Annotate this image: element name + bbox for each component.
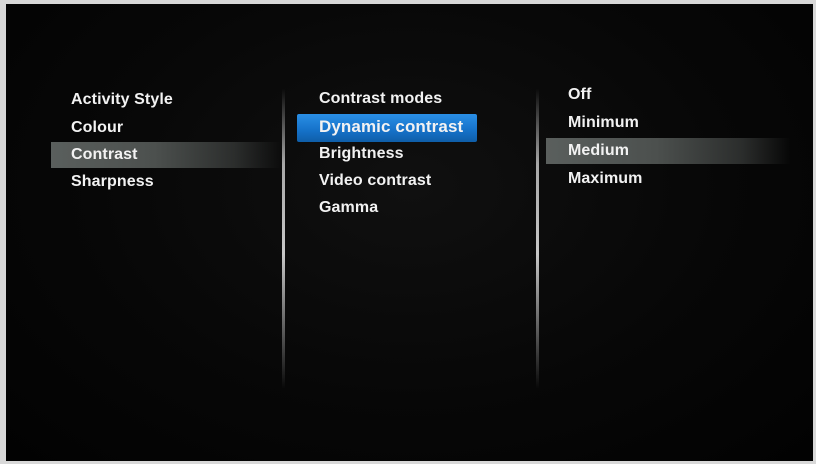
option-minimum[interactable]: Minimum: [568, 111, 639, 135]
menu-item-dynamic-contrast[interactable]: Dynamic contrast: [319, 115, 463, 139]
menu-item-sharpness[interactable]: Sharpness: [71, 170, 154, 194]
tv-screen: Activity Style Colour Contrast Sharpness…: [6, 4, 813, 461]
menu-item-colour[interactable]: Colour: [71, 116, 123, 140]
menu-item-contrast-modes[interactable]: Contrast modes: [319, 87, 442, 111]
menu-item-contrast[interactable]: Contrast: [71, 143, 138, 167]
option-medium[interactable]: Medium: [568, 139, 629, 163]
column-divider-1: [282, 89, 285, 389]
option-off[interactable]: Off: [568, 83, 591, 107]
menu-item-video-contrast[interactable]: Video contrast: [319, 169, 431, 193]
menu-item-brightness[interactable]: Brightness: [319, 142, 404, 166]
menu-item-gamma[interactable]: Gamma: [319, 196, 378, 220]
menu-item-activity-style[interactable]: Activity Style: [71, 88, 173, 112]
option-maximum[interactable]: Maximum: [568, 167, 643, 191]
column-divider-2: [536, 89, 539, 389]
